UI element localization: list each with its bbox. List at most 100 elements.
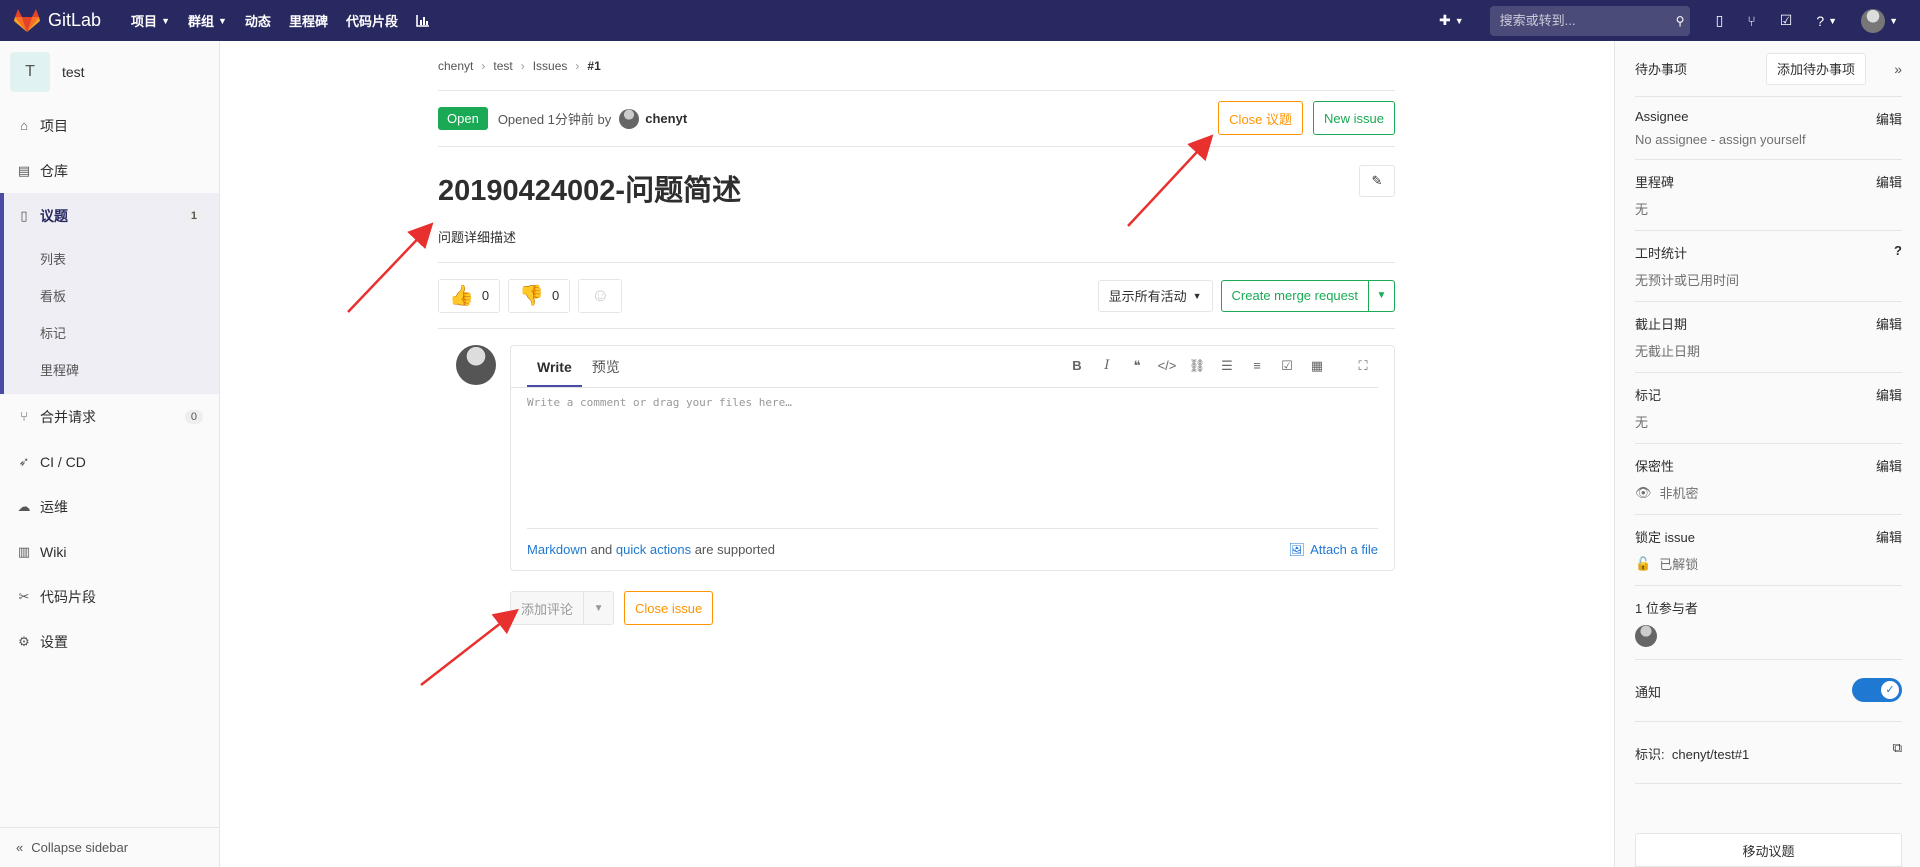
breadcrumb-current[interactable]: #1 bbox=[587, 59, 600, 73]
breadcrumb-owner[interactable]: chenyt bbox=[438, 59, 473, 73]
collapse-right-sidebar-icon[interactable]: » bbox=[1894, 61, 1902, 77]
task-list-icon[interactable]: ☑ bbox=[1272, 358, 1302, 374]
nav-groups[interactable]: 群组 ▼ bbox=[188, 11, 227, 30]
nav-snippets[interactable]: 代码片段 bbox=[346, 11, 398, 30]
sidebar-item-repository[interactable]: ▤ 仓库 bbox=[0, 148, 219, 193]
todo-icon[interactable]: ☑ bbox=[1780, 12, 1793, 29]
sidebar-item-label: 合并请求 bbox=[40, 408, 96, 425]
fullscreen-icon[interactable]: ⛶ bbox=[1348, 358, 1378, 374]
comment-tabs: Write 预览 B I ❝ </> ⛓ ☰ ≡ ☑ ▦ ⛶ bbox=[511, 346, 1378, 388]
tab-write[interactable]: Write bbox=[527, 359, 582, 387]
link-icon[interactable]: ⛓ bbox=[1182, 358, 1212, 374]
numbered-list-icon[interactable]: ≡ bbox=[1242, 358, 1272, 374]
collapse-sidebar-button[interactable]: « Collapse sidebar bbox=[0, 827, 219, 867]
nav-milestones[interactable]: 里程碑 bbox=[289, 11, 328, 30]
help-icon[interactable]: ? ▼ bbox=[1816, 13, 1837, 29]
edit-assignee-link[interactable]: 编辑 bbox=[1876, 109, 1902, 128]
sidebar-subitem-boards[interactable]: 看板 bbox=[0, 277, 219, 314]
thumbs-down-count: 0 bbox=[552, 288, 560, 303]
merge-request-icon[interactable]: ⑂ bbox=[1747, 13, 1755, 29]
sidebar-item-settings[interactable]: ⚙ 设置 bbox=[0, 619, 219, 664]
participants-list bbox=[1635, 625, 1902, 647]
sidebar-item-ci-cd[interactable]: ➶ CI / CD bbox=[0, 439, 219, 484]
comment-type-caret[interactable]: ▼ bbox=[584, 591, 615, 625]
labels-value: 无 bbox=[1635, 415, 1649, 430]
edit-due-date-link[interactable]: 编辑 bbox=[1876, 314, 1902, 333]
close-issue-bottom-button[interactable]: Close issue bbox=[624, 591, 714, 625]
sidebar-item-issues[interactable]: ▯ 议题 1 bbox=[0, 193, 219, 238]
user-menu[interactable]: ▼ bbox=[1861, 8, 1898, 33]
add-reaction-button[interactable]: ☺ bbox=[578, 278, 623, 313]
italic-icon[interactable]: I bbox=[1092, 358, 1122, 374]
gitlab-logo[interactable]: GitLab bbox=[14, 8, 101, 33]
add-todo-button[interactable]: 添加待办事项 bbox=[1765, 52, 1866, 85]
activity-filter-dropdown[interactable]: 显示所有活动 ▼ bbox=[1097, 279, 1213, 312]
sidebar-item-snippets[interactable]: ✂ 代码片段 bbox=[0, 574, 219, 619]
edit-lock-link[interactable]: 编辑 bbox=[1876, 527, 1902, 546]
nav-snippets-label: 代码片段 bbox=[345, 14, 398, 29]
help-icon[interactable]: ? bbox=[1894, 243, 1902, 258]
confidentiality-text: 非机密 bbox=[1659, 486, 1699, 501]
assignee-block: Assignee 编辑 No assignee - assign yoursel… bbox=[1635, 97, 1902, 160]
nav-activity[interactable]: 动态 bbox=[245, 11, 271, 30]
notifications-toggle[interactable] bbox=[1852, 678, 1902, 702]
issues-icon[interactable]: ▯ bbox=[1716, 12, 1724, 29]
breadcrumb-issues[interactable]: Issues bbox=[533, 59, 568, 73]
awards-row: 👍 0 👎 0 ☺ 显示所有活动 ▼ Create merge request ▼ bbox=[438, 263, 1395, 329]
comment-textarea[interactable] bbox=[527, 396, 1377, 526]
bold-icon[interactable]: B bbox=[1062, 358, 1092, 374]
edit-confidentiality-link[interactable]: 编辑 bbox=[1876, 456, 1902, 475]
nav-projects[interactable]: 项目 ▼ bbox=[131, 11, 170, 30]
quick-actions-link[interactable]: quick actions bbox=[616, 542, 691, 557]
sidebar-item-wiki[interactable]: ▥ Wiki bbox=[0, 529, 219, 574]
thumbs-up-button[interactable]: 👍 0 bbox=[438, 278, 501, 313]
title-row: 20190424002-问题简述 ✎ bbox=[438, 147, 1395, 227]
comment-form: Write 预览 B I ❝ </> ⛓ ☰ ≡ ☑ ▦ ⛶ Markdown … bbox=[510, 345, 1395, 571]
chart-icon[interactable] bbox=[416, 11, 430, 30]
labels-title: 标记 bbox=[1635, 388, 1662, 403]
sidebar-item-merge-requests[interactable]: ⑂ 合并请求 0 bbox=[0, 394, 219, 439]
tab-preview[interactable]: 预览 bbox=[582, 357, 630, 387]
assign-yourself-link[interactable]: assign yourself bbox=[1719, 132, 1806, 147]
move-issue-button[interactable]: 移动议题 bbox=[1635, 833, 1902, 867]
author-link[interactable]: chenyt bbox=[645, 111, 687, 126]
create-merge-request-button[interactable]: Create merge request bbox=[1220, 279, 1369, 312]
avatar[interactable] bbox=[619, 108, 640, 129]
avatar[interactable] bbox=[456, 345, 496, 385]
edit-milestone-link[interactable]: 编辑 bbox=[1876, 172, 1902, 191]
sidebar-item-operations[interactable]: ☁ 运维 bbox=[0, 484, 219, 529]
plus-icon[interactable]: ✚ ▼ bbox=[1439, 12, 1464, 29]
sidebar-subitem-labels[interactable]: 标记 bbox=[0, 314, 219, 351]
add-comment-button[interactable]: 添加评论 bbox=[510, 591, 585, 625]
breadcrumb: chenyt › test › Issues › #1 bbox=[438, 41, 1395, 91]
breadcrumb-project[interactable]: test bbox=[493, 59, 512, 73]
attach-file-button[interactable]: 🖼 Attach a file bbox=[1289, 542, 1378, 558]
gitlab-tanuki-icon bbox=[14, 8, 40, 32]
markdown-link[interactable]: Markdown bbox=[527, 542, 587, 557]
nav-projects-label: 项目 bbox=[131, 14, 158, 29]
edit-labels-link[interactable]: 编辑 bbox=[1876, 385, 1902, 404]
new-issue-button[interactable]: New issue bbox=[1313, 101, 1395, 135]
thumbs-down-button[interactable]: 👎 0 bbox=[508, 278, 571, 313]
assignee-value: No assignee - assign yourself bbox=[1635, 132, 1902, 147]
sidebar-subitem-milestones[interactable]: 里程碑 bbox=[0, 351, 219, 388]
search-input[interactable] bbox=[1499, 13, 1676, 28]
merge-request-options-caret[interactable]: ▼ bbox=[1369, 279, 1395, 312]
comment-actions: 添加评论 ▼ Close issue bbox=[510, 591, 1395, 625]
sidebar-item-project[interactable]: ⌂ 项目 bbox=[0, 103, 219, 148]
avatar[interactable] bbox=[1635, 625, 1657, 647]
bullet-list-icon[interactable]: ☰ bbox=[1212, 358, 1242, 374]
lock-block: 锁定 issue 编辑 🔓 已解锁 bbox=[1635, 515, 1902, 586]
project-header[interactable]: T test bbox=[0, 41, 219, 103]
chevron-right-icon: › bbox=[481, 58, 486, 73]
copy-icon[interactable]: ⧉ bbox=[1893, 740, 1902, 756]
close-issue-button[interactable]: Close 议题 bbox=[1218, 101, 1304, 135]
code-icon[interactable]: </> bbox=[1152, 358, 1182, 374]
search-box[interactable]: ⚲ bbox=[1489, 5, 1690, 36]
lock-title: 锁定 issue bbox=[1635, 530, 1695, 545]
table-icon[interactable]: ▦ bbox=[1302, 358, 1332, 374]
edit-title-button[interactable]: ✎ bbox=[1359, 165, 1395, 197]
quote-icon[interactable]: ❝ bbox=[1122, 358, 1152, 374]
reference-value: chenyt/test#1 bbox=[1671, 747, 1750, 762]
sidebar-subitem-list[interactable]: 列表 bbox=[0, 240, 219, 277]
